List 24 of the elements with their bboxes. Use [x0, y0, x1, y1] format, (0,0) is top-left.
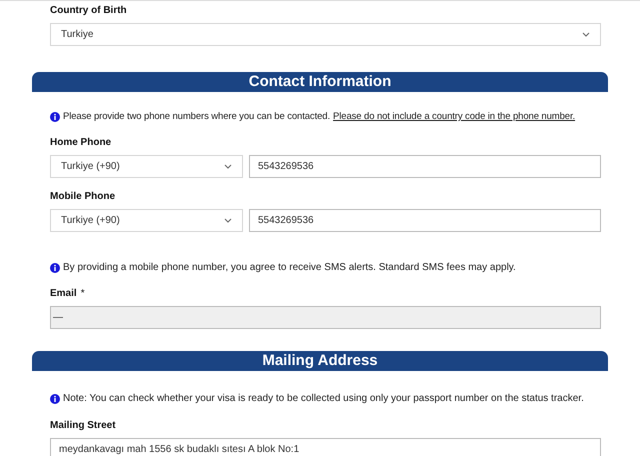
- info-text: By providing a mobile phone number, you agree to receive SMS alerts. Standard SMS fees may apply.: [63, 261, 516, 275]
- select-field[interactable]: Turkiye (+90): [50, 155, 243, 178]
- field-label: Country of Birth: [50, 5, 127, 17]
- select-field[interactable]: Turkiye: [50, 23, 601, 46]
- info-icon: [50, 112, 60, 122]
- field-label: Mobile Phone: [50, 191, 115, 203]
- info-icon: [50, 394, 60, 404]
- field-label: Home Phone: [50, 137, 112, 149]
- chevron-down-icon: [224, 164, 232, 169]
- info-text: Note: You can check whether your visa is ready to be collected using only your passport number on the status tracker.: [63, 392, 584, 406]
- chevron-down-icon: [224, 218, 232, 223]
- field-label: Email: [50, 288, 77, 300]
- info-icon: [50, 262, 60, 272]
- field-label: Mailing Street: [50, 420, 116, 432]
- section-header: Contact Information: [32, 72, 608, 92]
- phone-input[interactable]: 5543269536: [249, 209, 601, 232]
- required-mark: *: [80, 288, 85, 300]
- section-header: Mailing Address: [32, 351, 608, 371]
- chevron-down-icon: [582, 32, 590, 37]
- phone-input[interactable]: 5543269536: [249, 155, 601, 178]
- select-field[interactable]: Turkiye (+90): [50, 209, 243, 232]
- info-link[interactable]: Please do not include a country code in the phone number.: [333, 111, 576, 123]
- info-text: Please provide two phone numbers where you can be contacted.: [63, 111, 330, 123]
- street-input[interactable]: meydankavagı mah 1556 sk budaklı sıtesı A blok No:1: [50, 438, 601, 456]
